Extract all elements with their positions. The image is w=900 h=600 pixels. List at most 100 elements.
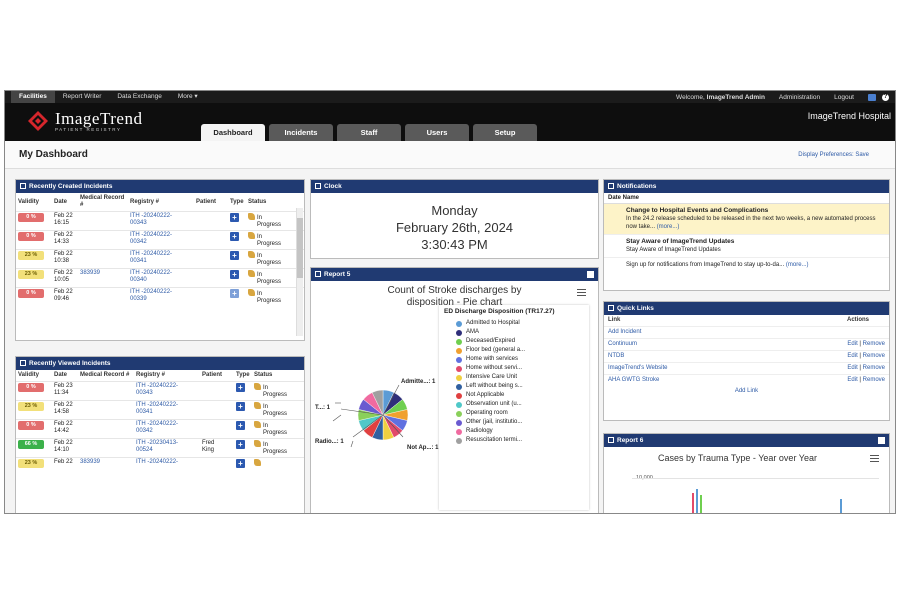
- legend-item[interactable]: Not Applicable: [456, 391, 584, 400]
- mrn-link[interactable]: 383939: [80, 459, 100, 465]
- tab-dashboard[interactable]: Dashboard: [201, 124, 265, 141]
- registry-link[interactable]: 00343: [136, 390, 198, 397]
- remove-link[interactable]: Remove: [863, 341, 885, 347]
- legend-item[interactable]: Observation unit (u...: [456, 400, 584, 409]
- message-icon[interactable]: [868, 93, 876, 101]
- table-row[interactable]: 0 % Feb 22 16:15 ITH -20240222- 00343 + In Prog…: [16, 211, 304, 231]
- save-preferences-link[interactable]: Save: [855, 152, 869, 158]
- notification-item[interactable]: Stay Aware of ImageTrend Updates Stay Aw…: [604, 235, 889, 258]
- registry-link[interactable]: ITH -20240222-: [130, 213, 192, 220]
- registry-link[interactable]: 00524: [136, 447, 198, 454]
- table-row[interactable]: 23 % Feb 22 383939 ITH -20240222- +: [16, 457, 304, 470]
- panel-toggle-icon[interactable]: [608, 437, 614, 443]
- export-icon[interactable]: [587, 271, 594, 278]
- registry-link[interactable]: 00339: [130, 296, 192, 303]
- type-icon[interactable]: +: [236, 459, 245, 468]
- registry-link[interactable]: 00341: [136, 409, 198, 416]
- scrollbar-thumb[interactable]: [297, 218, 303, 278]
- tab-incidents[interactable]: Incidents: [269, 124, 333, 141]
- remove-link[interactable]: Remove: [863, 377, 885, 383]
- registry-link[interactable]: 00342: [136, 428, 198, 435]
- display-preferences-link[interactable]: Display Preferences: [798, 152, 852, 158]
- type-icon[interactable]: +: [236, 402, 245, 411]
- edit-link[interactable]: Edit: [847, 341, 857, 347]
- legend-item[interactable]: Radiology: [456, 427, 584, 436]
- legend-item[interactable]: Admitted to Hospital: [456, 319, 584, 328]
- panel-toggle-icon[interactable]: [315, 183, 321, 189]
- notification-title[interactable]: Stay Aware of ImageTrend Updates: [626, 238, 734, 245]
- legend-item[interactable]: Operating room: [456, 409, 584, 418]
- administration-link[interactable]: Administration: [779, 94, 820, 101]
- registry-link[interactable]: ITH -20240222-: [130, 251, 192, 258]
- type-icon[interactable]: +: [230, 289, 239, 298]
- table-row[interactable]: 0 % Feb 22 09:46 ITH -20240222- 00339 + In Prog…: [16, 287, 304, 306]
- legend-item[interactable]: Deceased/Expired: [456, 337, 584, 346]
- quick-link[interactable]: Continuum: [608, 341, 637, 347]
- panel-toggle-icon[interactable]: [315, 271, 321, 277]
- type-icon[interactable]: +: [230, 251, 239, 260]
- table-row[interactable]: 0 % Feb 22 14:33 ITH -20240222- 00342 + In Prog…: [16, 230, 304, 250]
- tab-staff[interactable]: Staff: [337, 124, 401, 141]
- notification-item[interactable]: Change to Hospital Events and Complicati…: [604, 204, 889, 235]
- panel-toggle-icon[interactable]: [20, 183, 26, 189]
- edit-link[interactable]: Edit: [847, 365, 857, 371]
- nav-report-writer[interactable]: Report Writer: [55, 91, 110, 103]
- logout-link[interactable]: Logout: [834, 94, 854, 101]
- edit-link[interactable]: Edit: [847, 353, 857, 359]
- registry-link[interactable]: ITH -20240222-: [136, 383, 198, 390]
- quick-link[interactable]: Add Incident: [608, 329, 641, 335]
- registry-link[interactable]: 00340: [130, 277, 192, 284]
- nav-more[interactable]: More ▾: [170, 91, 206, 103]
- registry-link[interactable]: ITH -20240222-: [130, 270, 192, 277]
- nav-data-exchange[interactable]: Data Exchange: [109, 91, 169, 103]
- type-icon[interactable]: +: [230, 270, 239, 279]
- registry-link[interactable]: 00343: [130, 220, 192, 227]
- notification-title[interactable]: Change to Hospital Events and Complicati…: [626, 207, 768, 214]
- legend-item[interactable]: Intensive Care Unit: [456, 373, 584, 382]
- table-row[interactable]: 66 % Feb 22 14:10 ITH -20230413- 00524 Fred Ki…: [16, 438, 304, 458]
- registry-link[interactable]: ITH -20240222-: [136, 459, 198, 466]
- nav-facilities[interactable]: Facilities: [11, 91, 55, 103]
- table-row[interactable]: 23 % Feb 22 10:05 383939 ITH -20240222- 00340…: [16, 268, 304, 288]
- export-icon[interactable]: [878, 437, 885, 444]
- legend-item[interactable]: Left without being s...: [456, 382, 584, 391]
- legend-item[interactable]: AMA: [456, 328, 584, 337]
- signup-more-link[interactable]: (more...): [786, 262, 809, 268]
- legend-item[interactable]: Resuscitation termi...: [456, 436, 584, 445]
- legend-item[interactable]: Other (jail, institutio...: [456, 418, 584, 427]
- help-icon[interactable]: ?: [882, 93, 889, 101]
- edit-link[interactable]: Edit: [847, 377, 857, 383]
- quick-link[interactable]: NTDB: [608, 353, 624, 359]
- registry-link[interactable]: ITH -20240222-: [136, 421, 198, 428]
- type-icon[interactable]: +: [236, 440, 245, 449]
- tab-users[interactable]: Users: [405, 124, 469, 141]
- chart-menu-icon[interactable]: [870, 455, 879, 462]
- registry-link[interactable]: ITH -20230413-: [136, 440, 198, 447]
- registry-link[interactable]: 00342: [130, 239, 192, 246]
- legend-item[interactable]: Floor bed (general a...: [456, 346, 584, 355]
- add-link-button[interactable]: Add Link: [735, 388, 758, 394]
- panel-toggle-icon[interactable]: [608, 305, 614, 311]
- remove-link[interactable]: Remove: [863, 365, 885, 371]
- more-link[interactable]: (more...): [657, 224, 680, 230]
- type-icon[interactable]: +: [230, 213, 239, 222]
- registry-link[interactable]: ITH -20240222-: [130, 289, 192, 296]
- type-icon[interactable]: +: [236, 383, 245, 392]
- mrn-link[interactable]: 383939: [80, 270, 100, 276]
- remove-link[interactable]: Remove: [863, 353, 885, 359]
- quick-link[interactable]: ImageTrend's Website: [608, 365, 668, 371]
- chart-menu-icon[interactable]: [577, 289, 586, 296]
- registry-link[interactable]: 00341: [130, 258, 192, 265]
- legend-item[interactable]: Home without servi...: [456, 364, 584, 373]
- registry-link[interactable]: ITH -20240222-: [136, 402, 198, 409]
- table-row[interactable]: 23 % Feb 22 10:38 ITH -20240222- 00341 + In Pro…: [16, 249, 304, 269]
- panel-toggle-icon[interactable]: [20, 360, 26, 366]
- quick-link[interactable]: AHA GWTG Stroke: [608, 377, 659, 383]
- type-icon[interactable]: +: [230, 232, 239, 241]
- table-row[interactable]: 23 % Feb 22 14:58 ITH -20240222- 00341 + In Pro…: [16, 400, 304, 420]
- table-row[interactable]: 0 % Feb 23 11:34 ITH -20240222- 00343 + In Prog…: [16, 381, 304, 401]
- table-row[interactable]: 0 % Feb 22 14:42 ITH -20240222- 00342 + In Prog…: [16, 419, 304, 439]
- tab-setup[interactable]: Setup: [473, 124, 537, 141]
- panel-toggle-icon[interactable]: [608, 183, 614, 189]
- type-icon[interactable]: +: [236, 421, 245, 430]
